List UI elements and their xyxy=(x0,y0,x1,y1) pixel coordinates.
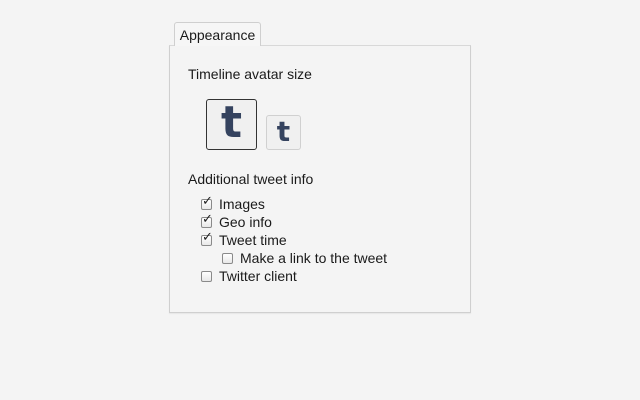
link-to-tweet-label: Make a link to the tweet xyxy=(240,250,388,266)
tweet-time-label: Tweet time xyxy=(219,232,287,248)
images-label: Images xyxy=(219,196,265,212)
tumblr-logo-icon: t xyxy=(220,96,243,148)
checkmark-icon: ✓ xyxy=(202,229,213,245)
link-to-tweet-checkbox[interactable] xyxy=(222,252,233,264)
geo-info-label: Geo info xyxy=(219,214,272,230)
checkmark-icon: ✓ xyxy=(202,193,213,209)
avatar-size-small-option[interactable]: t xyxy=(266,115,301,150)
images-checkbox[interactable]: ✓ xyxy=(201,195,213,210)
twitter-client-label: Twitter client xyxy=(219,268,297,284)
link-to-tweet-option[interactable]: Make a link to the tweet xyxy=(222,249,387,267)
twitter-client-option[interactable]: Twitter client xyxy=(201,267,297,285)
tumblr-logo-icon: t xyxy=(276,114,291,148)
geo-info-option[interactable]: ✓ Geo info xyxy=(201,213,272,231)
avatar-size-large-option[interactable]: t xyxy=(206,99,257,150)
checkmark-icon: ✓ xyxy=(202,211,213,227)
tweet-info-heading: Additional tweet info xyxy=(188,171,314,187)
images-option[interactable]: ✓ Images xyxy=(201,195,265,213)
avatar-size-heading: Timeline avatar size xyxy=(188,66,312,82)
twitter-client-checkbox[interactable] xyxy=(201,270,212,282)
appearance-panel: Timeline avatar size t t Additional twee… xyxy=(169,45,471,313)
tab-appearance[interactable]: Appearance xyxy=(174,22,261,46)
geo-info-checkbox[interactable]: ✓ xyxy=(201,213,213,228)
tweet-time-option[interactable]: ✓ Tweet time xyxy=(201,231,287,249)
tweet-time-checkbox[interactable]: ✓ xyxy=(201,231,213,246)
